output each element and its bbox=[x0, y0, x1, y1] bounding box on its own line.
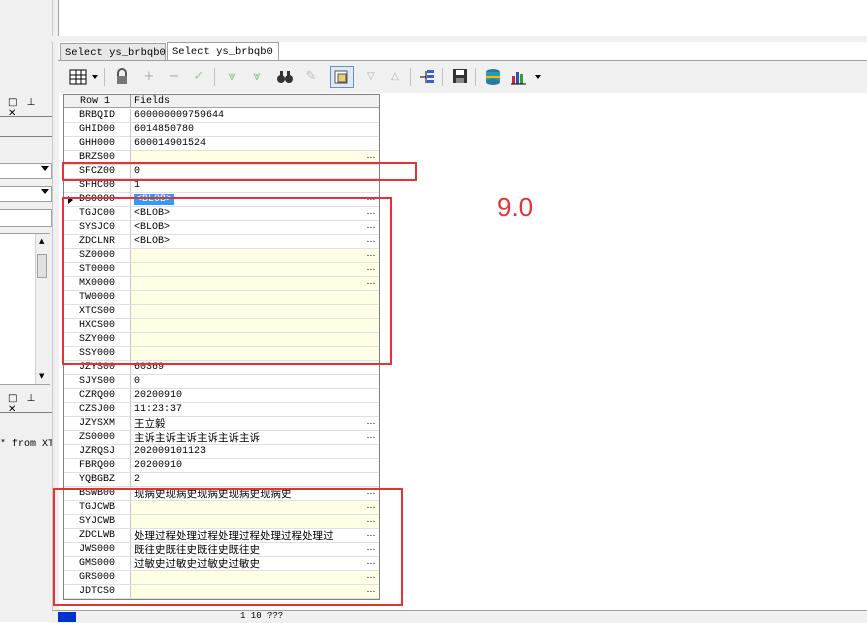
left-scroll-thumb[interactable] bbox=[37, 254, 47, 278]
field-name-cell: GHID00 bbox=[64, 123, 131, 137]
annotation-label: 9.0 bbox=[497, 192, 534, 222]
field-value-cell[interactable]: 202009101123 bbox=[131, 445, 379, 459]
tab-select-1[interactable]: Select ys_brbqb0 bbox=[60, 43, 166, 60]
field-value-text: 2 bbox=[134, 474, 141, 485]
database-icon[interactable] bbox=[484, 68, 502, 86]
field-value-cell[interactable]: 6014850780 bbox=[131, 123, 379, 137]
header-fields[interactable]: Fields bbox=[131, 95, 379, 108]
field-name-cell: BRBQID bbox=[64, 109, 131, 123]
annotation-box-sfcz00 bbox=[62, 162, 417, 181]
filter-icon[interactable] bbox=[330, 66, 354, 88]
chevron-down-icon bbox=[41, 189, 49, 194]
grid-view-icon[interactable] bbox=[68, 68, 90, 86]
tree-icon[interactable] bbox=[418, 68, 436, 86]
chevron-down-icon bbox=[41, 166, 49, 171]
field-value-cell[interactable]: 2 bbox=[131, 473, 379, 487]
pane-buttons-top[interactable]: □ ⊥ ✕ bbox=[8, 97, 52, 119]
field-value-text: 600000009759644 bbox=[134, 110, 225, 121]
apply-icon[interactable]: ✓ bbox=[190, 68, 208, 86]
lock-icon[interactable] bbox=[113, 68, 131, 86]
table-row[interactable]: ZS0000 主诉主诉主诉主诉主诉主诉 … bbox=[64, 431, 379, 445]
find-icon[interactable] bbox=[276, 68, 294, 86]
toolbar-separator bbox=[442, 68, 443, 86]
field-value-text: 0 bbox=[134, 376, 141, 387]
chevron-down-icon[interactable] bbox=[92, 75, 98, 79]
field-value-cell[interactable]: 20200910 bbox=[131, 389, 379, 403]
divider bbox=[0, 136, 52, 137]
chart-icon[interactable] bbox=[510, 68, 528, 86]
sql-editor-area[interactable] bbox=[58, 0, 867, 37]
insert-row-icon[interactable]: + bbox=[140, 68, 158, 86]
field-name-cell: GHH000 bbox=[64, 137, 131, 151]
table-row[interactable]: CZSJ00 11:23:37 bbox=[64, 403, 379, 417]
field-name-cell: CZRQ00 bbox=[64, 389, 131, 403]
table-row[interactable]: JZRQSJ 202009101123 bbox=[64, 445, 379, 459]
table-row[interactable]: GHID00 6014850780 bbox=[64, 123, 379, 137]
sql-text-fragment: * from XT bbox=[0, 439, 52, 450]
scroll-down-icon[interactable]: ▼ bbox=[39, 372, 44, 380]
table-row[interactable]: SJYS00 0 bbox=[64, 375, 379, 389]
field-name-cell: FBRQ00 bbox=[64, 459, 131, 473]
table-row[interactable]: BRBQID 600000009759644 bbox=[64, 109, 379, 123]
status-indicator-icon bbox=[58, 612, 76, 622]
sort-asc-icon[interactable]: ▽ bbox=[362, 68, 380, 86]
field-value-text: 20200910 bbox=[134, 390, 183, 401]
table-row[interactable]: YQBGBZ 2 bbox=[64, 473, 379, 487]
field-value-text: 王立毅 bbox=[134, 418, 166, 430]
table-row[interactable]: JZYSXM 王立毅 … bbox=[64, 417, 379, 431]
annotation-box-blob-fields bbox=[62, 197, 392, 365]
field-value-text: 1 bbox=[134, 180, 141, 191]
field-name-cell: YQBGBZ bbox=[64, 473, 131, 487]
field-value-text: 202009101123 bbox=[134, 446, 207, 457]
table-row[interactable]: FBRQ00 20200910 bbox=[64, 459, 379, 473]
field-value-text: 主诉主诉主诉主诉主诉主诉 bbox=[134, 432, 260, 444]
field-value-text: 20200910 bbox=[134, 460, 183, 471]
field-name-cell: CZSJ00 bbox=[64, 403, 131, 417]
toolbar-separator bbox=[214, 68, 215, 86]
pane-buttons-bottom[interactable]: □ ⊥ ✕ bbox=[8, 393, 52, 415]
annotation-box-text-fields bbox=[53, 488, 403, 606]
field-name-cell: SFHC00 bbox=[64, 179, 131, 193]
divider bbox=[0, 116, 52, 117]
status-bar bbox=[52, 610, 867, 623]
field-value-cell[interactable]: 0 bbox=[131, 375, 379, 389]
field-value-cell[interactable]: 1 bbox=[131, 179, 379, 193]
toolbar-separator bbox=[410, 68, 411, 86]
table-row[interactable]: SFHC00 1 bbox=[64, 179, 379, 193]
first-icon[interactable]: ⩔ bbox=[223, 68, 241, 86]
chevron-down-icon[interactable] bbox=[535, 75, 541, 79]
status-text: 1 10 ??? bbox=[240, 611, 284, 621]
field-name-cell: JZRQSJ bbox=[64, 445, 131, 459]
clear-icon[interactable]: ✎ bbox=[302, 68, 320, 86]
field-value-cell[interactable]: 王立毅 … bbox=[131, 417, 379, 431]
table-row[interactable]: CZRQ00 20200910 bbox=[64, 389, 379, 403]
field-value-text: 6014850780 bbox=[134, 124, 195, 135]
field-value-text: 600014901524 bbox=[134, 138, 207, 149]
field-value-cell[interactable]: 20200910 bbox=[131, 459, 379, 473]
left-input[interactable] bbox=[0, 209, 52, 227]
left-dropdown-1[interactable] bbox=[0, 163, 52, 179]
tab-select-2-active[interactable]: Select ys_brbqb0 bbox=[167, 42, 279, 60]
field-value-cell[interactable]: 600014901524 bbox=[131, 137, 379, 151]
toolbar-separator bbox=[475, 68, 476, 86]
sort-desc-icon[interactable]: △ bbox=[386, 68, 404, 86]
last-icon[interactable]: ⩔ bbox=[248, 68, 266, 86]
delete-row-icon[interactable]: − bbox=[165, 68, 183, 86]
table-row[interactable]: GHH000 600014901524 bbox=[64, 137, 379, 151]
ellipsis-button[interactable]: … bbox=[365, 431, 377, 444]
field-value-cell[interactable]: 11:23:37 bbox=[131, 403, 379, 417]
field-value-text: 11:23:37 bbox=[134, 404, 183, 415]
divider bbox=[0, 412, 52, 413]
field-value-cell[interactable]: 600000009759644 bbox=[131, 109, 379, 123]
header-row-number[interactable]: Row 1 bbox=[64, 95, 131, 108]
field-name-cell: JZYSXM bbox=[64, 417, 131, 431]
save-icon[interactable] bbox=[451, 68, 469, 86]
ellipsis-button[interactable]: … bbox=[365, 417, 377, 430]
scroll-up-icon[interactable]: ▲ bbox=[39, 237, 44, 245]
field-value-cell[interactable]: 主诉主诉主诉主诉主诉主诉 … bbox=[131, 431, 379, 445]
left-dropdown-2[interactable] bbox=[0, 186, 52, 202]
field-name-cell: ZS0000 bbox=[64, 431, 131, 445]
toolbar-separator bbox=[104, 68, 105, 86]
field-name-cell: SJYS00 bbox=[64, 375, 131, 389]
